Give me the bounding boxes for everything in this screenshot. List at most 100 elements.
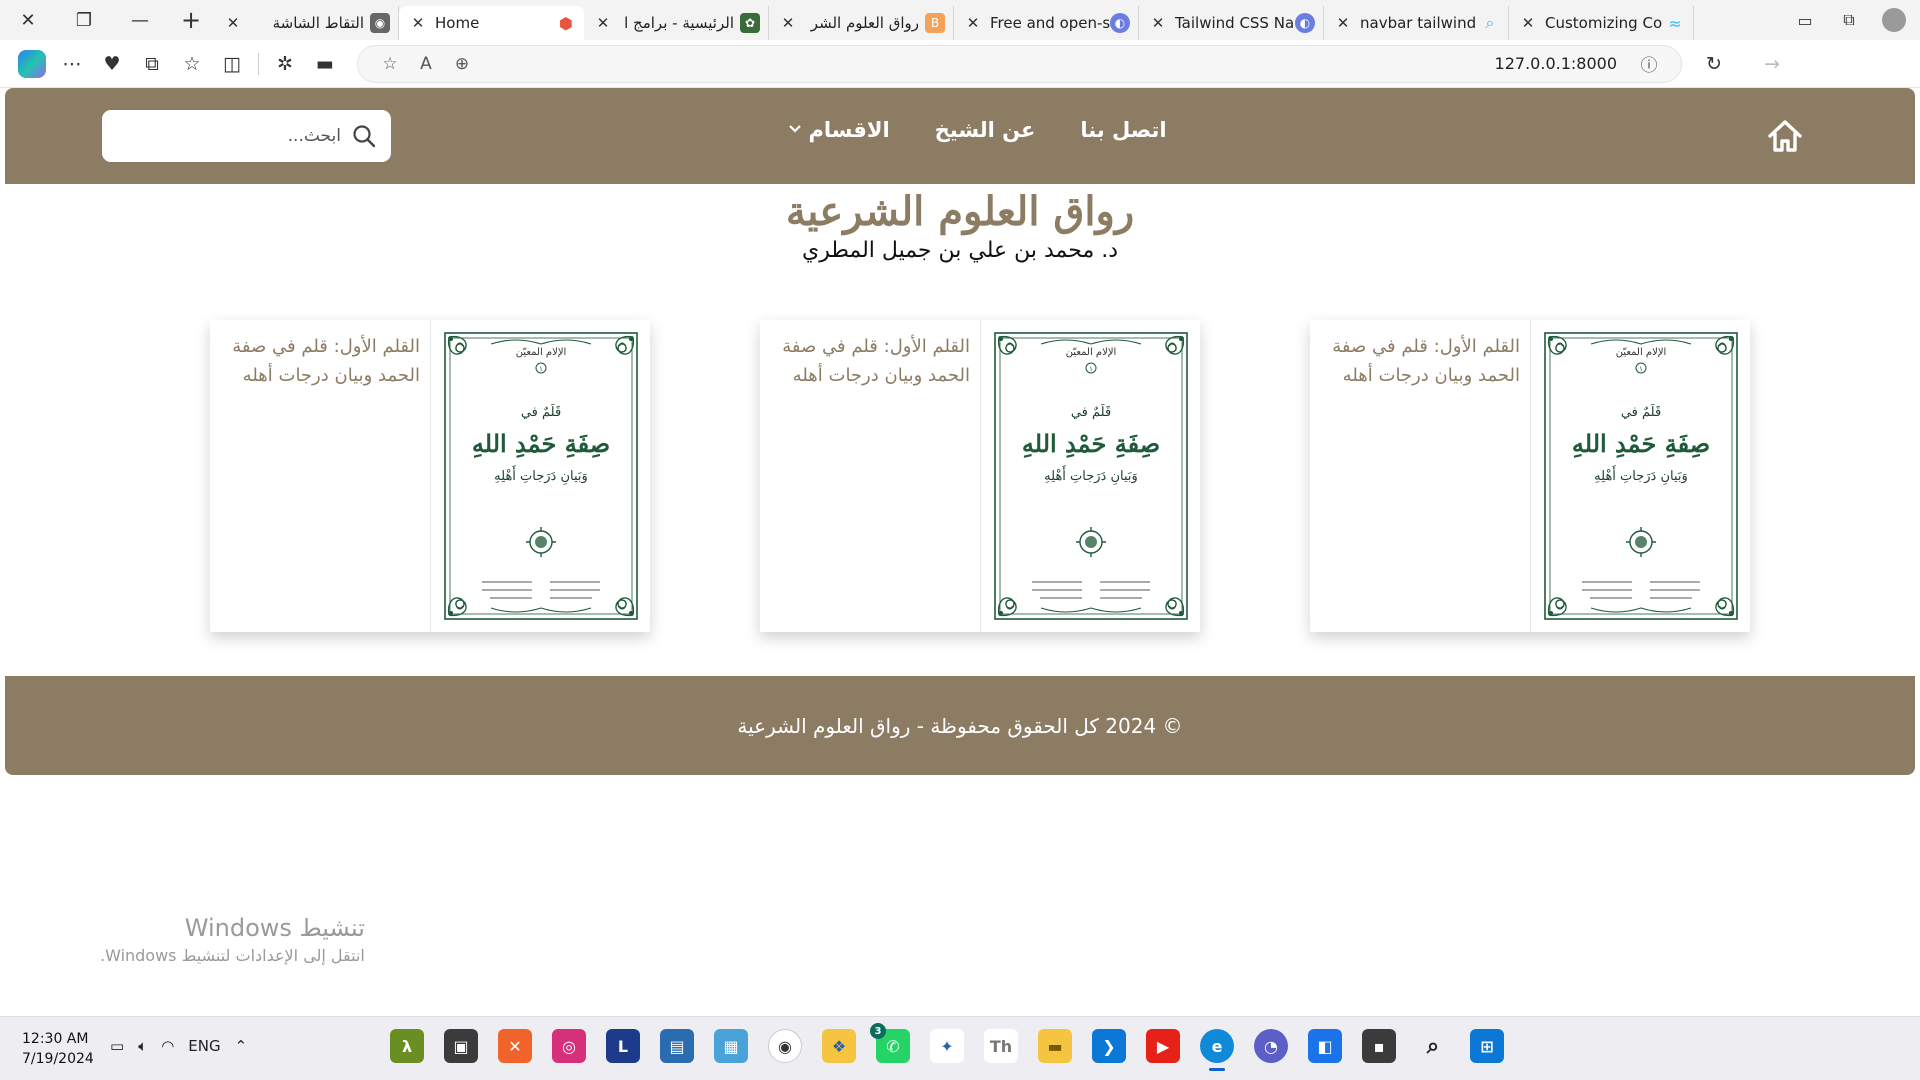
watermark-title: تنشيط Windows <box>184 914 365 942</box>
extensions-icon[interactable]: ✲ <box>265 46 305 82</box>
windows-start-icon[interactable]: ⊞ <box>1470 1029 1504 1063</box>
browser-essentials-icon[interactable]: ♥ <box>92 46 132 82</box>
tab-close-icon[interactable]: ✕ <box>962 14 984 32</box>
restore-window-icon[interactable]: ❐ <box>56 0 112 40</box>
xampp-app-icon[interactable]: ✕ <box>498 1029 532 1063</box>
collections-icon[interactable]: ⧉ <box>132 46 172 82</box>
search-icon[interactable]: ⌕ <box>1416 1029 1450 1063</box>
svg-text:الإلام المعيّن: الإلام المعيّن <box>1066 347 1117 358</box>
terminal-icon[interactable]: ▪ <box>1362 1029 1396 1063</box>
svg-text:الإلام المعيّن: الإلام المعيّن <box>516 347 567 358</box>
profile-avatar[interactable] <box>1882 8 1906 32</box>
more-options-icon[interactable]: ⋯ <box>52 46 92 82</box>
edge-icon[interactable]: e <box>1200 1029 1234 1071</box>
instagram-app-icon[interactable]: ◎ <box>552 1029 586 1063</box>
read-aloud-icon[interactable]: A <box>408 49 444 79</box>
tab-free-open[interactable]: ✕ Free and open-s ◐ <box>954 6 1139 40</box>
tab-close-icon[interactable]: ✕ <box>222 14 244 32</box>
clock-time: 12:30 AM <box>22 1031 89 1047</box>
copilot-icon[interactable] <box>18 49 46 78</box>
tab-customizing[interactable]: ✕ Customizing Co ≈ <box>1509 6 1694 40</box>
volume-icon[interactable]: 🔈︎ <box>138 1037 147 1055</box>
notification-badge: 3 <box>870 1023 886 1039</box>
tab-title: Customizing Co <box>1545 14 1663 32</box>
close-window-icon[interactable]: ✕ <box>0 0 56 40</box>
tab-snip[interactable]: ✕ التقاط الشاشة ◉ <box>214 6 399 40</box>
devtools-icon[interactable]: ▬ <box>305 46 345 82</box>
tab-close-icon[interactable]: ✕ <box>407 14 429 32</box>
favorites-icon[interactable]: ☆ <box>172 46 212 82</box>
book-card[interactable]: الإلام المعيّن ١ قَلَمٌ في صِفَةِ حَمْدِ… <box>210 320 650 632</box>
windows-activation-watermark: تنشيط Windows انتقل إلى الإعدادات لتنشيط… <box>100 914 365 965</box>
forward-icon[interactable]: → <box>1752 46 1792 82</box>
site-navbar: اتصل بنا عن الشيخ الاقسام <box>5 88 1915 184</box>
tab-home[interactable]: ✕ Home ⬢ <box>399 6 584 40</box>
refresh-icon[interactable]: ↻ <box>1694 46 1734 82</box>
nav-sections-dropdown[interactable]: الاقسام <box>788 118 890 142</box>
whatsapp-icon[interactable]: ✆ 3 <box>870 1023 910 1063</box>
tab-close-icon[interactable]: ✕ <box>1332 14 1354 32</box>
store-app-icon[interactable]: ▣ <box>444 1029 478 1063</box>
add-favorite-icon[interactable]: ☆ <box>372 49 408 79</box>
tab-title: navbar tailwind <box>1360 14 1477 32</box>
site-footer: © 2024 كل الحقوق محفوظة - رواق العلوم ال… <box>5 676 1915 775</box>
tab-navbar-search[interactable]: ✕ navbar tailwind ⌕ <box>1324 6 1509 40</box>
control-panel-icon[interactable]: ▦ <box>714 1029 748 1063</box>
toolbar-separator <box>258 52 259 75</box>
tab-actions-icon[interactable]: ▭ <box>1794 9 1816 31</box>
chat-app-icon[interactable]: ◔ <box>1254 1029 1288 1063</box>
chevron-up-icon[interactable]: ⌃ <box>235 1037 248 1055</box>
nav-link-label: عن الشيخ <box>934 118 1036 142</box>
book-cover[interactable]: الإلام المعيّن ١ قَلَمٌ في صِفَةِ حَمْدِ… <box>430 320 650 632</box>
url-text[interactable]: 127.0.0.1:8000 <box>1495 54 1631 73</box>
language-indicator[interactable]: ENG <box>188 1037 220 1055</box>
chrome-icon[interactable]: ◉ <box>768 1029 802 1063</box>
tab-close-icon[interactable]: ✕ <box>777 14 799 32</box>
tab-close-icon[interactable]: ✕ <box>1147 14 1169 32</box>
book-title[interactable]: القلم الأول: قلم في صفة الحمد وبيان درجا… <box>760 320 980 632</box>
minimize-window-icon[interactable]: — <box>112 0 168 40</box>
workspaces-icon[interactable]: ⧉ <box>1838 9 1860 31</box>
font-app-icon[interactable]: Th <box>984 1029 1018 1063</box>
tab-title: الرئيسية - برامج ا <box>624 14 734 32</box>
vscode-icon[interactable]: ❯ <box>1092 1029 1126 1063</box>
book-cover[interactable]: الإلام المعيّن ١ قَلَمٌ في صِفَةِ حَمْدِ… <box>980 320 1200 632</box>
widgets-icon[interactable]: ◧ <box>1308 1029 1342 1063</box>
nav-about[interactable]: عن الشيخ <box>935 118 1036 142</box>
snip-icon: ◉ <box>370 13 390 33</box>
browser-tab-strip: ✕ ❐ — + ✕ التقاط الشاشة ◉ ✕ Home ⬢ ✕ الر… <box>0 0 1920 40</box>
split-screen-icon[interactable]: ◫ <box>212 46 252 82</box>
wifi-icon[interactable]: ◠ <box>161 1037 174 1055</box>
clock-date: 7/19/2024 <box>22 1051 94 1067</box>
tab-tailwind-nav[interactable]: ✕ Tailwind CSS Na ◐ <box>1139 6 1324 40</box>
python-icon[interactable]: ❖ <box>822 1029 856 1063</box>
site-info-icon[interactable]: ⓘ <box>1631 49 1667 79</box>
book-card[interactable]: الإلام المعيّن ١ قَلَمٌ في صِفَةِ حَمْدِ… <box>1310 320 1750 632</box>
l-app-icon[interactable]: L <box>606 1029 640 1063</box>
tab-close-icon[interactable]: ✕ <box>1517 14 1539 32</box>
tab-riwaq[interactable]: ✕ رواق العلوم الشر B <box>769 6 954 40</box>
book-card[interactable]: الإلام المعيّن ١ قَلَمٌ في صِفَةِ حَمْدِ… <box>760 320 1200 632</box>
search-icon[interactable] <box>351 123 377 149</box>
new-tab-button[interactable]: + <box>168 0 214 40</box>
battery-icon[interactable]: ▭ <box>110 1037 124 1055</box>
book-cover[interactable]: الإلام المعيّن ١ قَلَمٌ في صِفَةِ حَمْدِ… <box>1530 320 1750 632</box>
zoom-icon[interactable]: ⊕ <box>444 49 480 79</box>
search-input[interactable] <box>116 126 341 146</box>
book-title[interactable]: القلم الأول: قلم في صفة الحمد وبيان درجا… <box>1310 320 1530 632</box>
lambda-app-icon[interactable]: λ <box>390 1029 424 1063</box>
svg-text:قَلَمٌ في: قَلَمٌ في <box>1621 403 1661 420</box>
taskbar-apps: λ ▣ ✕ ◎ L ▤ ▦ ◉ ❖ ✆ 3 ✦ Th ▬ ❯ ▶ e ◔ ◧ ▪ … <box>390 1023 1504 1071</box>
file-explorer-icon[interactable]: ▬ <box>1038 1029 1072 1063</box>
nav-contact[interactable]: اتصل بنا <box>1080 118 1166 142</box>
book-title[interactable]: القلم الأول: قلم في صفة الحمد وبيان درجا… <box>210 320 430 632</box>
tab-title: التقاط الشاشة <box>272 14 364 32</box>
tab-close-icon[interactable]: ✕ <box>592 14 614 32</box>
remote-desktop-icon[interactable]: ▤ <box>660 1029 694 1063</box>
youtube-icon[interactable]: ▶ <box>1146 1029 1180 1063</box>
clock[interactable]: 12:30 AM 7/19/2024 <box>22 1029 94 1069</box>
tab-programs[interactable]: ✕ الرئيسية - برامج ا ✿ <box>584 6 769 40</box>
svg-text:صِفَةِ حَمْدِ اللهِ: صِفَةِ حَمْدِ اللهِ <box>1572 429 1710 458</box>
address-bar[interactable]: ☆ A ⊕ 127.0.0.1:8000 ⓘ <box>357 44 1682 83</box>
wing-app-icon[interactable]: ✦ <box>930 1029 964 1063</box>
